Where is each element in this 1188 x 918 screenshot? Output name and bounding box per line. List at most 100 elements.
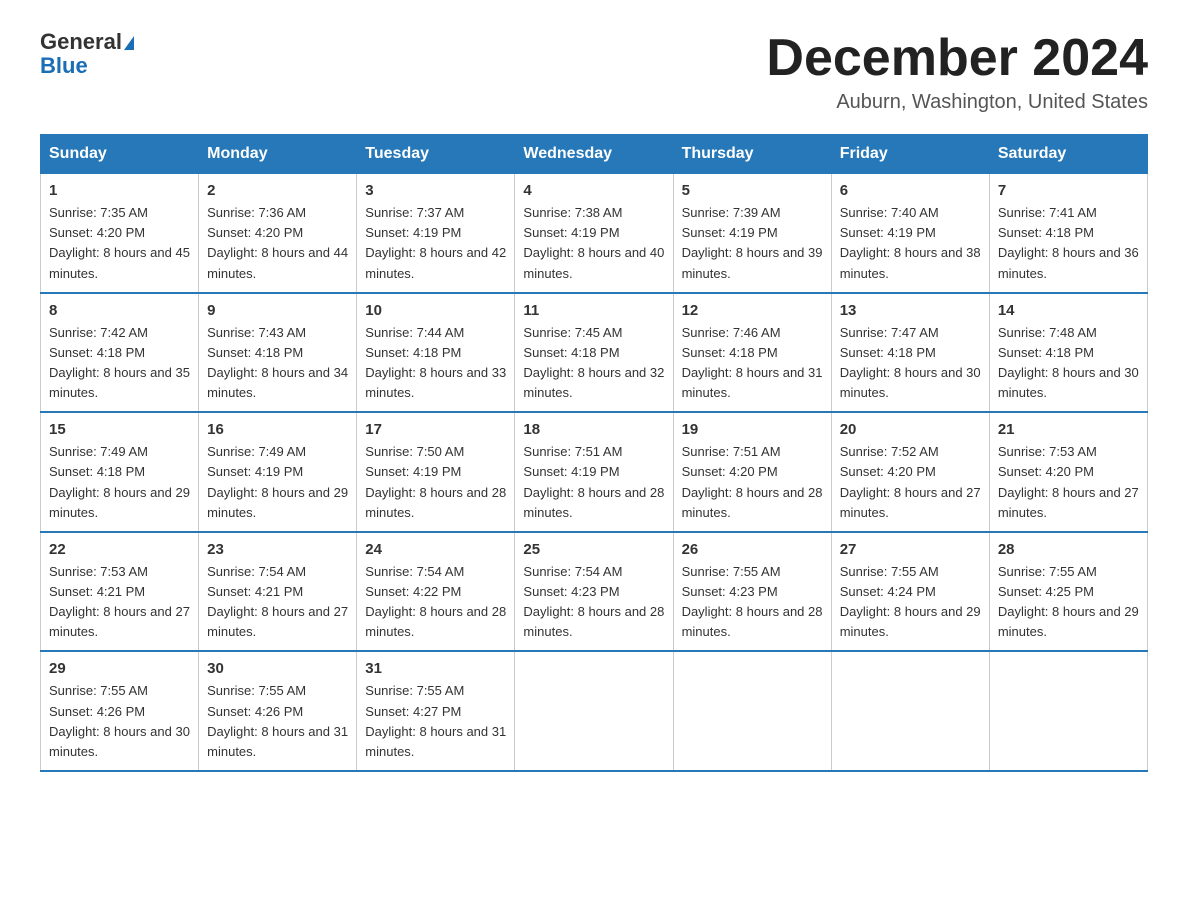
calendar-day-cell: 17 Sunrise: 7:50 AMSunset: 4:19 PMDayligh… [357, 412, 515, 532]
calendar-empty-cell [831, 651, 989, 771]
day-info: Sunrise: 7:55 AMSunset: 4:26 PMDaylight:… [207, 681, 348, 762]
logo-general-text: General [40, 29, 122, 54]
day-info: Sunrise: 7:54 AMSunset: 4:23 PMDaylight:… [523, 562, 664, 643]
day-info: Sunrise: 7:37 AMSunset: 4:19 PMDaylight:… [365, 203, 506, 284]
day-number: 14 [998, 302, 1139, 319]
day-info: Sunrise: 7:55 AMSunset: 4:23 PMDaylight:… [682, 562, 823, 643]
day-number: 7 [998, 182, 1139, 199]
day-number: 19 [682, 421, 823, 438]
calendar-week-row: 29Sunrise: 7:55 AMSunset: 4:26 PMDayligh… [41, 651, 1148, 771]
column-header-wednesday: Wednesday [515, 135, 673, 174]
column-header-sunday: Sunday [41, 135, 199, 174]
calendar-day-cell: 23 Sunrise: 7:54 AMSunset: 4:21 PMDayligh… [199, 532, 357, 652]
calendar-day-cell: 15 Sunrise: 7:49 AMSunset: 4:18 PMDayligh… [41, 412, 199, 532]
column-header-saturday: Saturday [989, 135, 1147, 174]
calendar-day-cell: 5 Sunrise: 7:39 AMSunset: 4:19 PMDaylight… [673, 174, 831, 293]
calendar-empty-cell [515, 651, 673, 771]
day-info: Sunrise: 7:47 AMSunset: 4:18 PMDaylight:… [840, 323, 981, 404]
calendar-day-cell: 7 Sunrise: 7:41 AMSunset: 4:18 PMDaylight… [989, 174, 1147, 293]
column-header-monday: Monday [199, 135, 357, 174]
day-info: Sunrise: 7:39 AMSunset: 4:19 PMDaylight:… [682, 203, 823, 284]
day-info: Sunrise: 7:54 AMSunset: 4:22 PMDaylight:… [365, 562, 506, 643]
calendar-day-cell: 24 Sunrise: 7:54 AMSunset: 4:22 PMDayligh… [357, 532, 515, 652]
calendar-empty-cell [989, 651, 1147, 771]
calendar-day-cell: 8 Sunrise: 7:42 AMSunset: 4:18 PMDaylight… [41, 293, 199, 413]
day-info: Sunrise: 7:46 AMSunset: 4:18 PMDaylight:… [682, 323, 823, 404]
day-info: Sunrise: 7:43 AMSunset: 4:18 PMDaylight:… [207, 323, 348, 404]
day-number: 8 [49, 302, 190, 319]
calendar-day-cell: 18 Sunrise: 7:51 AMSunset: 4:19 PMDayligh… [515, 412, 673, 532]
column-header-thursday: Thursday [673, 135, 831, 174]
day-info: Sunrise: 7:49 AMSunset: 4:18 PMDaylight:… [49, 442, 190, 523]
day-info: Sunrise: 7:35 AMSunset: 4:20 PMDaylight:… [49, 203, 190, 284]
day-info: Sunrise: 7:51 AMSunset: 4:19 PMDaylight:… [523, 442, 664, 523]
calendar-day-cell: 26Sunrise: 7:55 AMSunset: 4:23 PMDayligh… [673, 532, 831, 652]
calendar-week-row: 15 Sunrise: 7:49 AMSunset: 4:18 PMDayligh… [41, 412, 1148, 532]
location-subtitle: Auburn, Washington, United States [766, 91, 1148, 114]
day-number: 1 [49, 182, 190, 199]
column-header-friday: Friday [831, 135, 989, 174]
logo-triangle-icon [124, 36, 134, 50]
day-info: Sunrise: 7:50 AMSunset: 4:19 PMDaylight:… [365, 442, 506, 523]
day-number: 15 [49, 421, 190, 438]
day-number: 4 [523, 182, 664, 199]
calendar-day-cell: 22 Sunrise: 7:53 AMSunset: 4:21 PMDayligh… [41, 532, 199, 652]
calendar-day-cell: 29Sunrise: 7:55 AMSunset: 4:26 PMDayligh… [41, 651, 199, 771]
calendar-day-cell: 21Sunrise: 7:53 AMSunset: 4:20 PMDayligh… [989, 412, 1147, 532]
day-info: Sunrise: 7:55 AMSunset: 4:27 PMDaylight:… [365, 681, 506, 762]
calendar-week-row: 1 Sunrise: 7:35 AMSunset: 4:20 PMDaylight… [41, 174, 1148, 293]
day-info: Sunrise: 7:45 AMSunset: 4:18 PMDaylight:… [523, 323, 664, 404]
day-number: 24 [365, 541, 506, 558]
calendar-day-cell: 6 Sunrise: 7:40 AMSunset: 4:19 PMDaylight… [831, 174, 989, 293]
day-number: 22 [49, 541, 190, 558]
day-info: Sunrise: 7:38 AMSunset: 4:19 PMDaylight:… [523, 203, 664, 284]
day-number: 25 [523, 541, 664, 558]
calendar-day-cell: 20Sunrise: 7:52 AMSunset: 4:20 PMDayligh… [831, 412, 989, 532]
day-info: Sunrise: 7:52 AMSunset: 4:20 PMDaylight:… [840, 442, 981, 523]
calendar-empty-cell [673, 651, 831, 771]
day-number: 5 [682, 182, 823, 199]
day-number: 18 [523, 421, 664, 438]
day-number: 31 [365, 660, 506, 677]
day-number: 6 [840, 182, 981, 199]
calendar-day-cell: 3Sunrise: 7:37 AMSunset: 4:19 PMDaylight… [357, 174, 515, 293]
day-number: 2 [207, 182, 348, 199]
page-header: General Blue December 2024 Auburn, Washi… [40, 30, 1148, 114]
day-info: Sunrise: 7:40 AMSunset: 4:19 PMDaylight:… [840, 203, 981, 284]
day-info: Sunrise: 7:55 AMSunset: 4:24 PMDaylight:… [840, 562, 981, 643]
calendar-day-cell: 13Sunrise: 7:47 AMSunset: 4:18 PMDayligh… [831, 293, 989, 413]
day-number: 30 [207, 660, 348, 677]
calendar-day-cell: 27Sunrise: 7:55 AMSunset: 4:24 PMDayligh… [831, 532, 989, 652]
logo: General Blue [40, 30, 134, 78]
calendar-day-cell: 10Sunrise: 7:44 AMSunset: 4:18 PMDayligh… [357, 293, 515, 413]
day-number: 11 [523, 302, 664, 319]
day-number: 23 [207, 541, 348, 558]
day-info: Sunrise: 7:53 AMSunset: 4:21 PMDaylight:… [49, 562, 190, 643]
day-number: 28 [998, 541, 1139, 558]
day-number: 17 [365, 421, 506, 438]
day-info: Sunrise: 7:36 AMSunset: 4:20 PMDaylight:… [207, 203, 348, 284]
calendar-day-cell: 1 Sunrise: 7:35 AMSunset: 4:20 PMDaylight… [41, 174, 199, 293]
day-info: Sunrise: 7:49 AMSunset: 4:19 PMDaylight:… [207, 442, 348, 523]
calendar-day-cell: 11 Sunrise: 7:45 AMSunset: 4:18 PMDayligh… [515, 293, 673, 413]
day-info: Sunrise: 7:51 AMSunset: 4:20 PMDaylight:… [682, 442, 823, 523]
day-info: Sunrise: 7:48 AMSunset: 4:18 PMDaylight:… [998, 323, 1139, 404]
calendar-day-cell: 2 Sunrise: 7:36 AMSunset: 4:20 PMDaylight… [199, 174, 357, 293]
calendar-day-cell: 28Sunrise: 7:55 AMSunset: 4:25 PMDayligh… [989, 532, 1147, 652]
calendar-day-cell: 9Sunrise: 7:43 AMSunset: 4:18 PMDaylight… [199, 293, 357, 413]
logo-blue-text: Blue [40, 54, 134, 78]
day-info: Sunrise: 7:42 AMSunset: 4:18 PMDaylight:… [49, 323, 190, 404]
calendar-week-row: 8 Sunrise: 7:42 AMSunset: 4:18 PMDaylight… [41, 293, 1148, 413]
column-header-tuesday: Tuesday [357, 135, 515, 174]
day-info: Sunrise: 7:53 AMSunset: 4:20 PMDaylight:… [998, 442, 1139, 523]
day-info: Sunrise: 7:54 AMSunset: 4:21 PMDaylight:… [207, 562, 348, 643]
calendar-table: SundayMondayTuesdayWednesdayThursdayFrid… [40, 134, 1148, 772]
day-info: Sunrise: 7:41 AMSunset: 4:18 PMDaylight:… [998, 203, 1139, 284]
day-number: 16 [207, 421, 348, 438]
calendar-day-cell: 16 Sunrise: 7:49 AMSunset: 4:19 PMDayligh… [199, 412, 357, 532]
calendar-header-row: SundayMondayTuesdayWednesdayThursdayFrid… [41, 135, 1148, 174]
day-number: 12 [682, 302, 823, 319]
calendar-day-cell: 12 Sunrise: 7:46 AMSunset: 4:18 PMDayligh… [673, 293, 831, 413]
title-block: December 2024 Auburn, Washington, United… [766, 30, 1148, 114]
calendar-day-cell: 4 Sunrise: 7:38 AMSunset: 4:19 PMDaylight… [515, 174, 673, 293]
